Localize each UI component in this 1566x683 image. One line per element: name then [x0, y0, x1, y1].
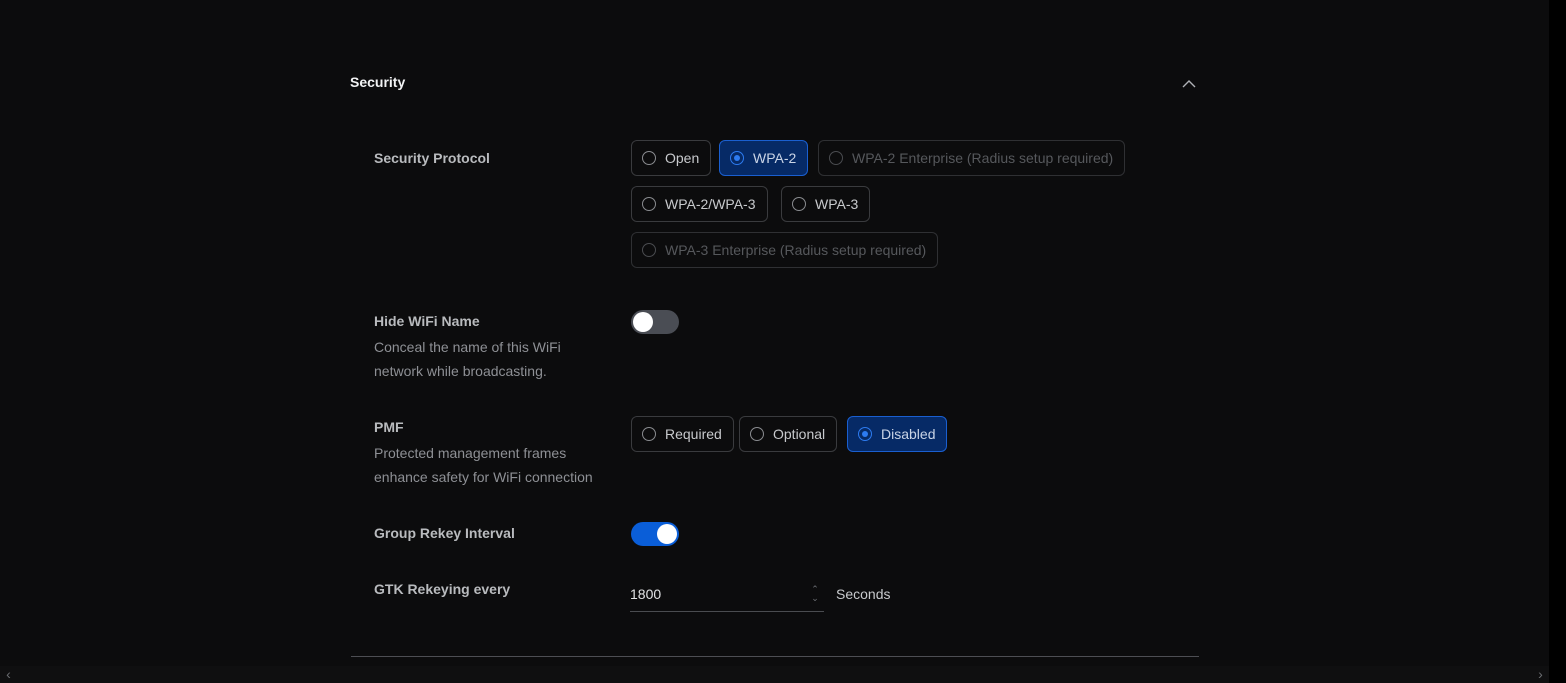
pmf-option-disabled[interactable]: Disabled: [847, 416, 948, 452]
option-label: WPA-2/WPA-3: [665, 196, 756, 212]
option-label: Required: [665, 426, 722, 442]
option-label: Disabled: [881, 426, 936, 442]
pmf-label: PMF: [374, 419, 404, 435]
option-label: WPA-2: [753, 150, 797, 166]
pmf-option-required[interactable]: Required: [631, 416, 734, 452]
scroll-left-icon[interactable]: ‹: [0, 666, 17, 683]
collapse-section-button[interactable]: [1180, 76, 1198, 92]
scroll-right-icon[interactable]: ›: [1532, 666, 1549, 683]
radio-selected-icon: [730, 151, 744, 165]
radio-selected-icon: [858, 427, 872, 441]
window-edge: [1549, 0, 1566, 683]
hide-wifi-name-description: Conceal the name of this WiFi network wh…: [374, 339, 561, 379]
radio-icon: [642, 243, 656, 257]
toggle-knob: [657, 524, 677, 544]
option-label: WPA-3 Enterprise (Radius setup required): [665, 242, 927, 258]
option-label: Open: [665, 150, 700, 166]
spin-down-icon[interactable]: ⌄: [810, 594, 820, 603]
hide-wifi-name-toggle[interactable]: [631, 310, 679, 334]
protocol-option-wpa2[interactable]: WPA-2: [719, 140, 809, 176]
hide-wifi-name-label: Hide WiFi Name: [374, 313, 480, 329]
radio-icon: [750, 427, 764, 441]
group-rekey-interval-label: Group Rekey Interval: [374, 525, 515, 541]
chevron-up-icon: [1182, 80, 1196, 88]
radio-icon: [642, 151, 656, 165]
protocol-option-wpa3-enterprise: WPA-3 Enterprise (Radius setup required): [631, 232, 939, 268]
protocol-option-open[interactable]: Open: [631, 140, 712, 176]
gtk-rekeying-field[interactable]: ⌃ ⌄: [630, 578, 824, 612]
radio-icon: [642, 427, 656, 441]
protocol-option-wpa3[interactable]: WPA-3: [781, 186, 871, 222]
option-label: WPA-2 Enterprise (Radius setup required): [852, 150, 1114, 166]
radio-icon: [792, 197, 806, 211]
protocol-option-wpa2-wpa3[interactable]: WPA-2/WPA-3: [631, 186, 768, 222]
group-rekey-interval-toggle[interactable]: [631, 522, 679, 546]
pmf-option-optional[interactable]: Optional: [739, 416, 838, 452]
section-divider: [351, 656, 1199, 657]
toggle-knob: [633, 312, 653, 332]
radio-icon: [829, 151, 843, 165]
horizontal-scrollbar[interactable]: ‹ ›: [0, 666, 1549, 683]
section-title: Security: [350, 74, 406, 90]
gtk-rekeying-label: GTK Rekeying every: [374, 581, 511, 597]
pmf-description: Protected management frames enhance safe…: [374, 445, 593, 485]
gtk-rekeying-unit: Seconds: [836, 586, 891, 602]
number-spinner[interactable]: ⌃ ⌄: [810, 585, 820, 605]
protocol-option-wpa2-enterprise: WPA-2 Enterprise (Radius setup required): [818, 140, 1126, 176]
option-label: WPA-3: [815, 196, 859, 212]
gtk-rekeying-input[interactable]: [630, 578, 790, 610]
radio-icon: [642, 197, 656, 211]
security-protocol-label: Security Protocol: [374, 150, 490, 166]
option-label: Optional: [773, 426, 826, 442]
